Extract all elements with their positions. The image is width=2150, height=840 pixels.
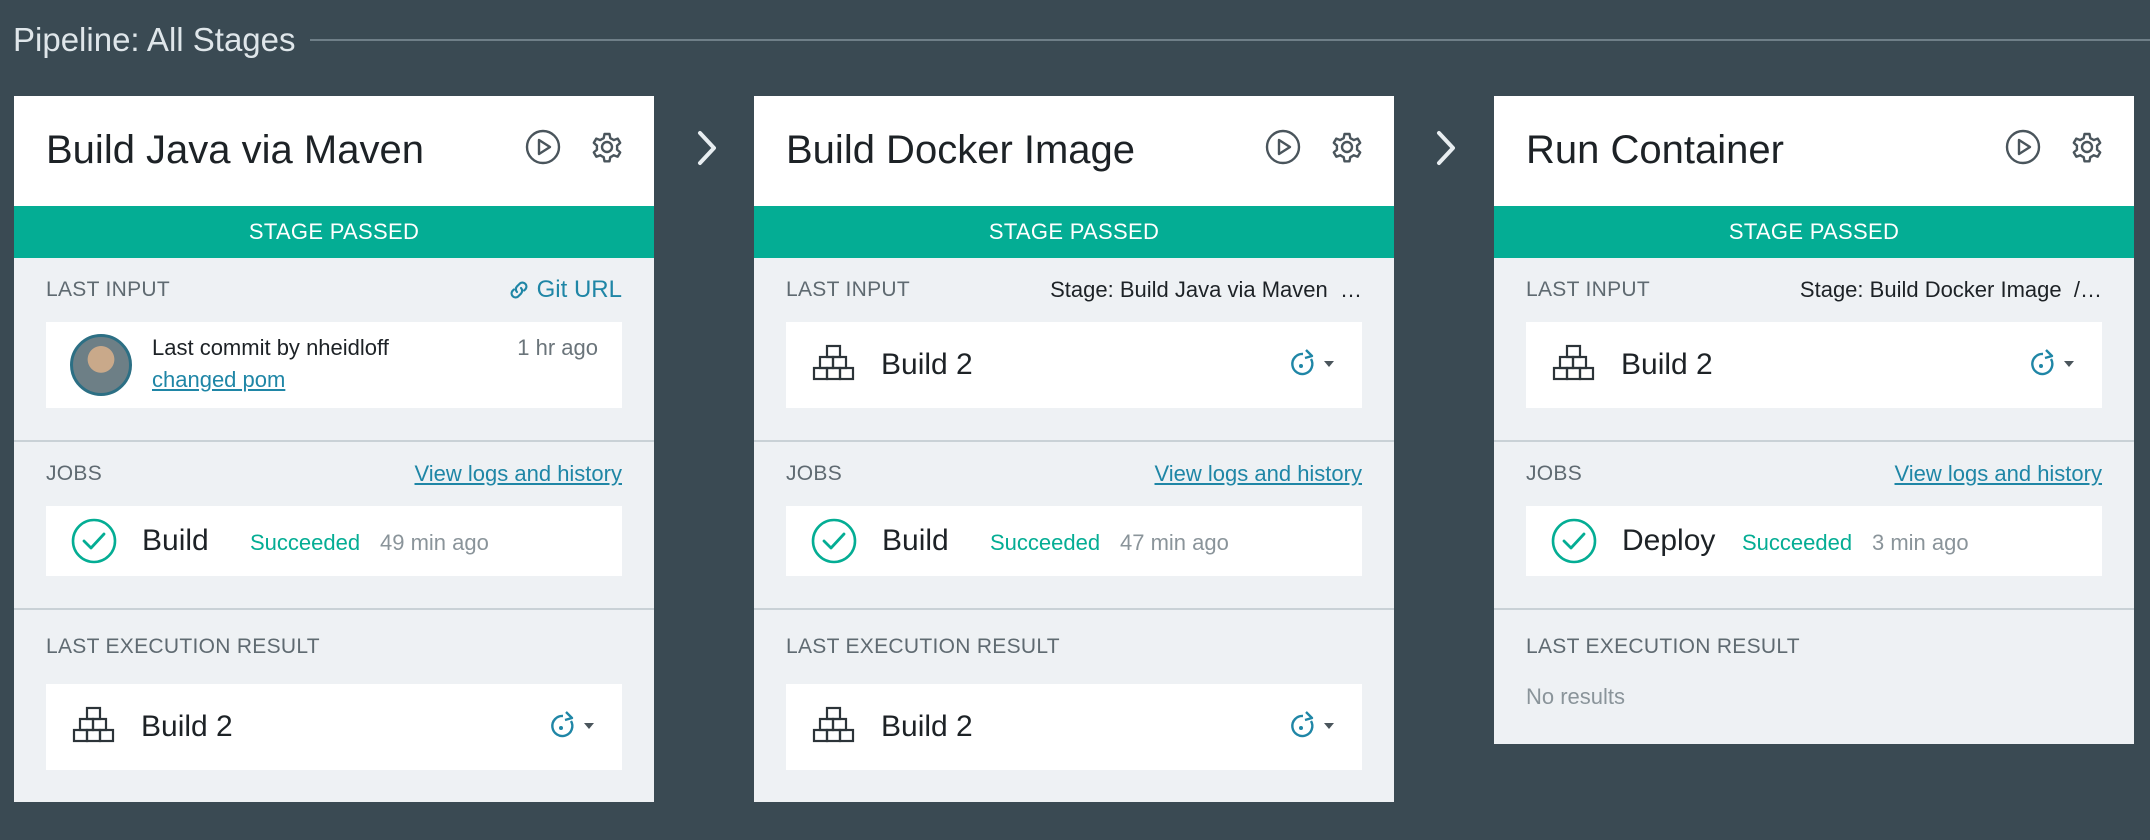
last-execution-label: LAST EXECUTION RESULT: [46, 635, 320, 658]
job-tile[interactable]: Build Succeeded 49 min ago: [46, 506, 622, 576]
git-url-link[interactable]: Git URL: [507, 276, 622, 304]
input-stage-source: Stage: Build Java via Maven …: [1050, 277, 1362, 303]
build-label: Build 2: [1621, 348, 1713, 381]
view-logs-link[interactable]: View logs and history: [1155, 461, 1363, 487]
success-check-icon: [810, 517, 858, 565]
stage-header: Run Container: [1494, 96, 2134, 206]
job-status: Succeeded: [1742, 530, 1853, 555]
last-execution-label: LAST EXECUTION RESULT: [786, 635, 1060, 658]
page-header: Pipeline: All Stages: [0, 0, 2150, 80]
link-icon: [507, 278, 531, 302]
truncation-ellipsis: …: [1333, 277, 1362, 302]
build-blocks-icon: [812, 342, 856, 386]
input-build-tile[interactable]: Build 2: [786, 322, 1362, 408]
chevron-right-icon: [1431, 128, 1461, 168]
page-title: Pipeline: All Stages: [13, 21, 296, 58]
stage-title: Build Java via Maven: [46, 128, 424, 172]
stage-card-build-java: Build Java via Maven STAGE PASSED LAST I…: [14, 96, 654, 802]
run-stage-icon[interactable]: [524, 128, 562, 166]
jobs-label: JOBS: [786, 462, 843, 485]
stage-status-bar: STAGE PASSED: [754, 206, 1394, 258]
view-logs-link[interactable]: View logs and history: [1895, 461, 2103, 487]
job-time: 49 min ago: [380, 530, 489, 555]
stage-actions: [1264, 128, 1366, 166]
no-results-text: No results: [1526, 684, 1626, 709]
last-input-section: LAST INPUT Stage: Build Docker Image /… …: [1494, 258, 2134, 440]
build-label: Build 2: [881, 348, 973, 381]
build-label: Build 2: [881, 710, 973, 743]
last-execution-label: LAST EXECUTION RESULT: [1526, 635, 1800, 658]
stage-source-name: Build Java via Maven: [1119, 277, 1328, 302]
success-check-icon: [70, 517, 118, 565]
input-build-tile[interactable]: Build 2: [1526, 322, 2102, 408]
stage-settings-gear-icon[interactable]: [1328, 128, 1366, 166]
last-execution-section: LAST EXECUTION RESULT No results: [1494, 608, 2134, 744]
redeploy-dropdown-icon[interactable]: [546, 710, 598, 740]
stage-header: Build Docker Image: [754, 96, 1394, 206]
build-blocks-icon: [1552, 342, 1596, 386]
last-input-section: LAST INPUT Git URL Last commit by nheidl…: [14, 258, 654, 440]
commit-message-link[interactable]: changed pom: [152, 367, 285, 393]
stage-status-bar: STAGE PASSED: [1494, 206, 2134, 258]
stage-prefix: Stage:: [1799, 277, 1864, 302]
stage-title: Build Docker Image: [786, 128, 1136, 172]
last-input-section: LAST INPUT Stage: Build Java via Maven ……: [754, 258, 1394, 440]
job-status: Succeeded: [250, 530, 361, 555]
last-input-label: LAST INPUT: [46, 278, 170, 301]
stage-actions: [524, 128, 626, 166]
execution-build-tile[interactable]: Build 2: [46, 684, 622, 770]
stage-card-build-docker: Build Docker Image STAGE PASSED LAST INP…: [754, 96, 1394, 802]
redeploy-dropdown-icon[interactable]: [2026, 348, 2078, 378]
job-status: Succeeded: [990, 530, 1101, 555]
commit-author: nheidloff: [306, 335, 389, 360]
last-execution-section: LAST EXECUTION RESULT Build 2: [754, 608, 1394, 802]
jobs-label: JOBS: [1526, 462, 1583, 485]
stage-settings-gear-icon[interactable]: [2068, 128, 2106, 166]
input-stage-source: Stage: Build Docker Image /…: [1800, 277, 2102, 303]
stage-card-run-container: Run Container STAGE PASSED LAST INPUT St…: [1494, 96, 2134, 744]
run-stage-icon[interactable]: [1264, 128, 1302, 166]
job-time: 47 min ago: [1120, 530, 1229, 555]
view-logs-link[interactable]: View logs and history: [415, 461, 623, 487]
redeploy-dropdown-icon[interactable]: [1286, 710, 1338, 740]
redeploy-dropdown-icon[interactable]: [1286, 348, 1338, 378]
jobs-section: JOBS View logs and history Build Succeed…: [754, 440, 1394, 608]
last-input-label: LAST INPUT: [1526, 278, 1650, 301]
success-check-icon: [1550, 517, 1598, 565]
header-divider: [310, 39, 2150, 41]
job-tile[interactable]: Deploy Succeeded 3 min ago: [1526, 506, 2102, 576]
commit-prefix: Last commit by: [152, 335, 300, 360]
job-name: Build: [882, 524, 949, 557]
job-time: 3 min ago: [1872, 530, 1969, 555]
jobs-section: JOBS View logs and history Deploy Succee…: [1494, 440, 2134, 608]
build-blocks-icon: [812, 704, 856, 748]
commit-summary: Last commit by nheidloff: [152, 335, 389, 361]
commit-time: 1 hr ago: [517, 335, 598, 360]
truncation-ellipsis: /…: [2067, 277, 2102, 302]
last-commit-tile: Last commit by nheidloff changed pom 1 h…: [46, 322, 622, 408]
last-input-label: LAST INPUT: [786, 278, 910, 301]
stage-header: Build Java via Maven: [14, 96, 654, 206]
stage-source-name: Build Docker Image: [1869, 277, 2062, 302]
execution-build-tile[interactable]: Build 2: [786, 684, 1362, 770]
job-tile[interactable]: Build Succeeded 47 min ago: [786, 506, 1362, 576]
jobs-label: JOBS: [46, 462, 103, 485]
last-execution-section: LAST EXECUTION RESULT Build 2: [14, 608, 654, 802]
git-url-label: Git URL: [536, 276, 622, 303]
stage-settings-gear-icon[interactable]: [588, 128, 626, 166]
avatar: [70, 334, 132, 396]
stage-title: Run Container: [1526, 128, 1784, 172]
run-stage-icon[interactable]: [2004, 128, 2042, 166]
job-name: Deploy: [1622, 524, 1716, 557]
stage-actions: [2004, 128, 2106, 166]
stage-status-bar: STAGE PASSED: [14, 206, 654, 258]
build-label: Build 2: [141, 710, 233, 743]
job-name: Build: [142, 524, 209, 557]
stage-prefix: Stage:: [1050, 277, 1114, 302]
chevron-right-icon: [692, 128, 722, 168]
build-blocks-icon: [72, 704, 116, 748]
jobs-section: JOBS View logs and history Build Succeed…: [14, 440, 654, 608]
